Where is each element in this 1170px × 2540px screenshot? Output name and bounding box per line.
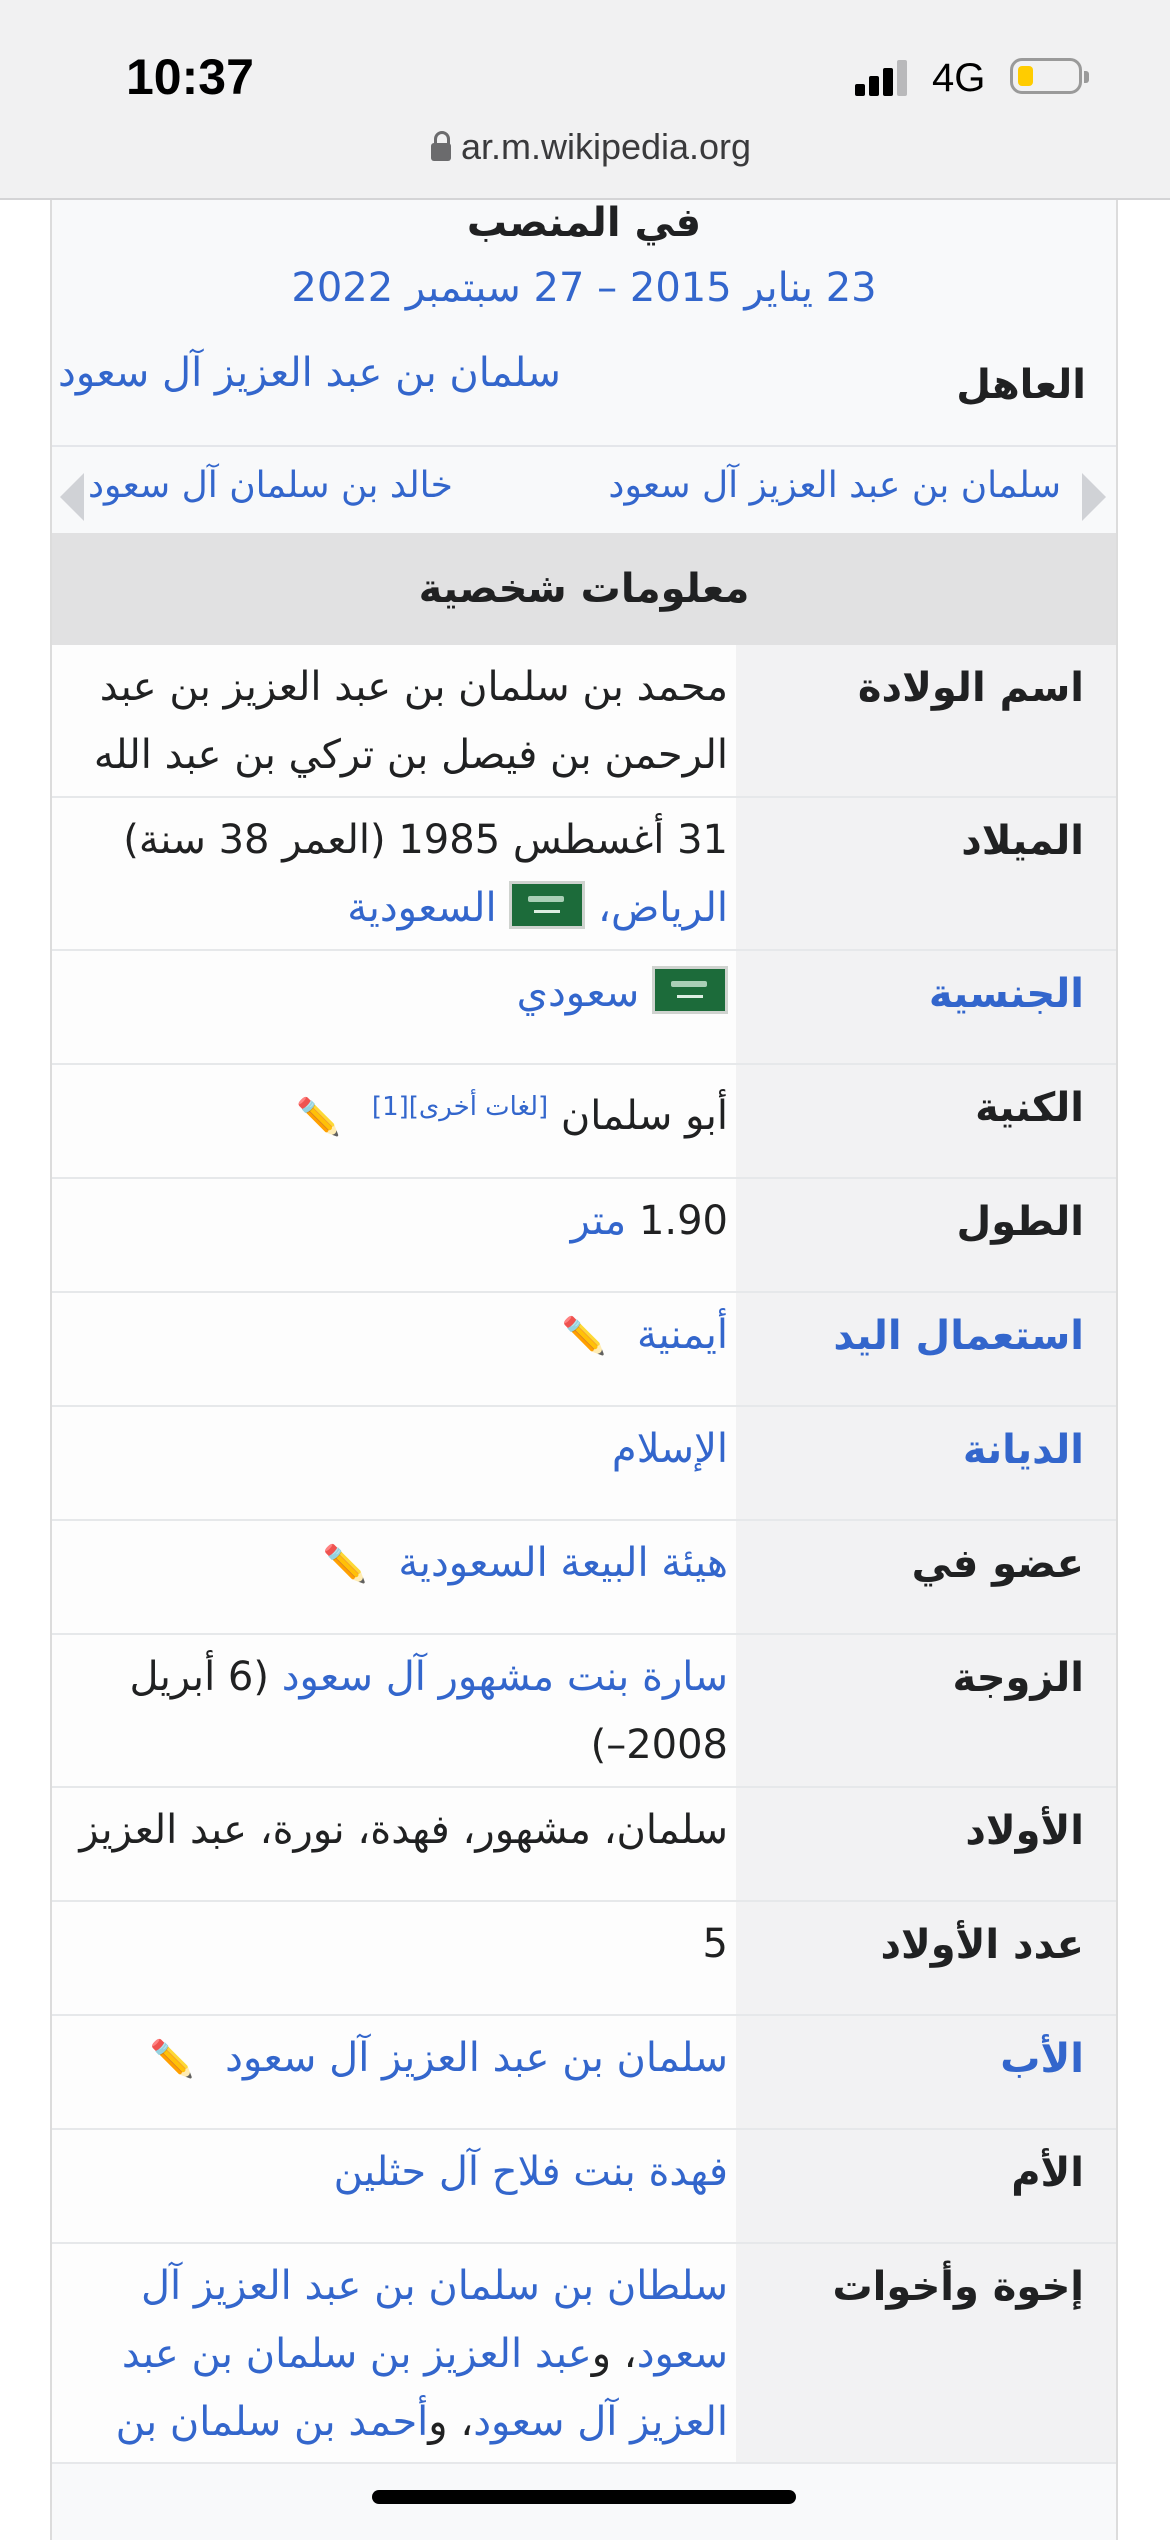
- flag-icon: [509, 881, 586, 929]
- row-children: الأولاد سلمان، مشهور، فهدة، نورة، عبد ال…: [52, 1788, 1116, 1902]
- info-rows: اسم الولادة محمد بن سلمان بن عبد العزيز …: [52, 645, 1116, 2464]
- row-member-of: عضو في هيئة البيعة السعودية ✏️: [52, 1521, 1116, 1635]
- row-value: سلمان بن عبد العزيز آل سعود ✏️: [52, 2016, 736, 2128]
- row-value: 31 أغسطس 1985 (العمر 38 سنة) الرياض، الس…: [52, 798, 736, 949]
- row-label-link[interactable]: الأب: [736, 2016, 1116, 2128]
- pencil-icon[interactable]: ✏️: [323, 1531, 368, 1599]
- row-label: إخوة وأخوات: [736, 2244, 1116, 2462]
- birth-country-link[interactable]: السعودية: [347, 885, 496, 931]
- religion-link[interactable]: الإسلام: [612, 1426, 728, 1472]
- reference-link[interactable]: [1]: [372, 1092, 409, 1122]
- row-label: الأم: [736, 2130, 1116, 2242]
- row-handedness: استعمال اليد أيمنية ✏️: [52, 1293, 1116, 1407]
- successor-link[interactable]: خالد بن سلمان آل سعود: [88, 465, 453, 506]
- succession-box: سلمان بن عبد العزيز آل سعود خالد بن سلما…: [52, 455, 1116, 530]
- row-nationality: الجنسية سعودي: [52, 951, 1116, 1065]
- office-heading: في المنصب: [466, 200, 702, 246]
- row-height: الطول 1.90 متر: [52, 1179, 1116, 1293]
- row-label: عدد الأولاد: [736, 1902, 1116, 2014]
- clock: 10:37: [126, 49, 254, 105]
- row-label: الزوجة: [736, 1635, 1116, 1786]
- row-spouse: الزوجة سارة بنت مشهور آل سعود (6 أبريل 2…: [52, 1635, 1116, 1788]
- birth-city-link[interactable]: الرياض،: [598, 885, 728, 931]
- lock-icon: [430, 131, 451, 161]
- nationality-link[interactable]: سعودي: [517, 970, 640, 1016]
- member-of-link[interactable]: هيئة البيعة السعودية: [398, 1540, 728, 1586]
- separator: ، و: [591, 2331, 637, 2377]
- row-birth-name: اسم الولادة محمد بن سلمان بن عبد العزيز …: [52, 645, 1116, 846]
- monarch-label: العاهل: [956, 362, 1086, 408]
- row-value: محمد بن سلمان بن عبد العزيز بن عبد الرحم…: [52, 645, 736, 846]
- separator: ، و: [428, 2399, 474, 2445]
- row-value: 5: [52, 1902, 736, 2014]
- row-value: سلمان، مشهور، فهدة، نورة، عبد العزيز: [52, 1788, 736, 1900]
- row-value: سلطان بن سلمان بن عبد العزيز آل سعود، وع…: [52, 2244, 736, 2462]
- arrow-left-icon: [60, 473, 84, 521]
- height-number: 1.90: [638, 1198, 728, 1244]
- divider: [52, 445, 1116, 447]
- kunya-value: أبو سلمان: [560, 1093, 728, 1139]
- address-bar[interactable]: ar.m.wikipedia.org: [0, 126, 1170, 168]
- row-value: أبو سلمان [لغات أخرى][1] ✏️: [52, 1065, 736, 1177]
- row-siblings: إخوة وأخوات سلطان بن سلمان بن عبد العزيز…: [52, 2244, 1116, 2464]
- row-value: هيئة البيعة السعودية ✏️: [52, 1521, 736, 1633]
- row-religion: الديانة الإسلام: [52, 1407, 1116, 1521]
- birth-date: 31 أغسطس 1985 (العمر 38 سنة): [123, 817, 728, 863]
- row-label: الأولاد: [736, 1788, 1116, 1900]
- row-label-link[interactable]: الجنسية: [736, 951, 1116, 1063]
- row-label: عضو في: [736, 1521, 1116, 1633]
- flag-icon: [652, 966, 728, 1014]
- height-unit-link[interactable]: متر: [571, 1198, 627, 1244]
- pencil-icon[interactable]: ✏️: [150, 2026, 195, 2094]
- status-bar: 10:37 4G ar.m.wikipedia.org: [0, 0, 1170, 200]
- arrow-right-icon: [1082, 473, 1106, 521]
- row-value: 1.90 متر: [52, 1179, 736, 1291]
- url-text: ar.m.wikipedia.org: [460, 126, 752, 167]
- handedness-link[interactable]: أيمنية: [637, 1312, 728, 1358]
- office-dates[interactable]: 23 يناير 2015 – 27 سبتمبر 2022: [52, 265, 1116, 311]
- spouse-link[interactable]: سارة بنت مشهور آل سعود: [282, 1654, 728, 1700]
- predecessor-link[interactable]: سلمان بن عبد العزيز آل سعود: [608, 465, 1061, 506]
- row-value: الإسلام: [52, 1407, 736, 1519]
- row-father: الأب سلمان بن عبد العزيز آل سعود ✏️: [52, 2016, 1116, 2130]
- network-type: 4G: [932, 56, 986, 100]
- mother-link[interactable]: فهدة بنت فلاح آل حثلين: [334, 2149, 728, 2195]
- signal-icon: [855, 60, 915, 96]
- row-value: سعودي: [52, 951, 736, 1063]
- row-children-count: عدد الأولاد 5: [52, 1902, 1116, 2016]
- row-label: اسم الولادة: [736, 645, 1116, 796]
- home-indicator[interactable]: [372, 2490, 796, 2504]
- father-link[interactable]: سلمان بن عبد العزيز آل سعود: [225, 2035, 728, 2081]
- monarch-link[interactable]: سلمان بن عبد العزيز آل سعود: [58, 350, 561, 396]
- infobox: في المنصب 23 يناير 2015 – 27 سبتمبر 2022…: [50, 200, 1118, 2540]
- row-kunya: الكنية أبو سلمان [لغات أخرى][1] ✏️: [52, 1065, 1116, 1179]
- row-label: الكنية: [736, 1065, 1116, 1177]
- pencil-icon[interactable]: ✏️: [296, 1084, 341, 1152]
- row-label: الميلاد: [736, 798, 1116, 949]
- row-value: فهدة بنت فلاح آل حثلين: [52, 2130, 736, 2242]
- other-languages-link[interactable]: [لغات أخرى]: [409, 1092, 548, 1122]
- row-mother: الأم فهدة بنت فلاح آل حثلين: [52, 2130, 1116, 2244]
- row-label-link[interactable]: استعمال اليد: [736, 1293, 1116, 1405]
- row-label: الطول: [736, 1179, 1116, 1291]
- row-value: سارة بنت مشهور آل سعود (6 أبريل 2008–): [52, 1635, 736, 1786]
- pencil-icon[interactable]: ✏️: [561, 1303, 606, 1371]
- battery-icon: [1010, 58, 1089, 94]
- row-birth: الميلاد 31 أغسطس 1985 (العمر 38 سنة) الر…: [52, 798, 1116, 951]
- row-label-link[interactable]: الديانة: [736, 1407, 1116, 1519]
- section-header: معلومات شخصية: [52, 533, 1116, 645]
- row-value: أيمنية ✏️: [52, 1293, 736, 1405]
- sibling-link[interactable]: أحمد بن سلمان بن: [116, 2399, 429, 2445]
